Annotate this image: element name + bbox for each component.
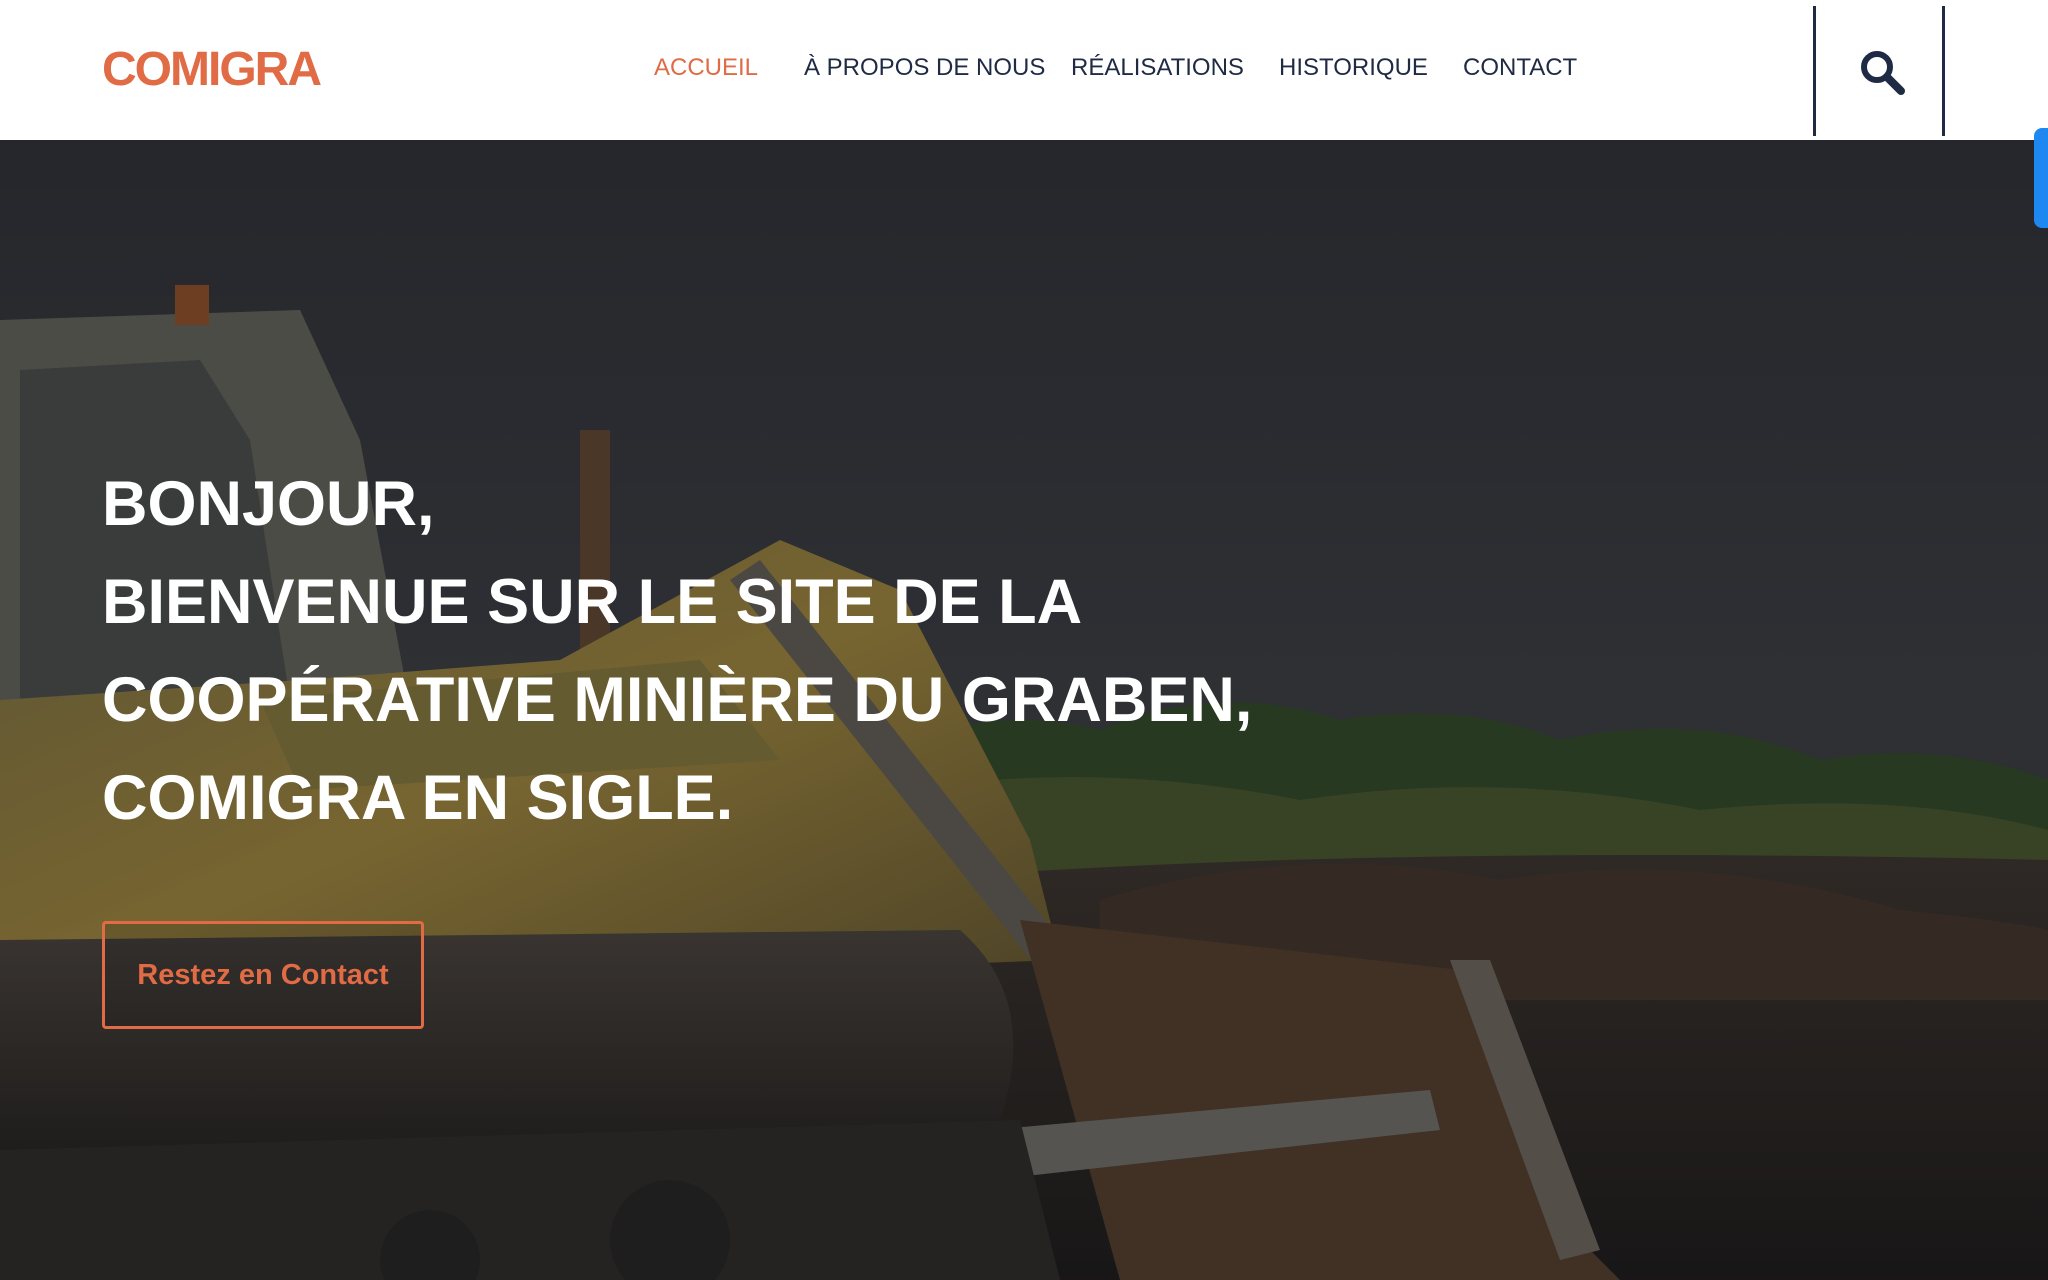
side-scroll-tab[interactable] <box>2034 128 2048 228</box>
hero-line-2: BIENVENUE SUR LE SITE DE LA <box>102 567 1083 637</box>
nav-item-accueil[interactable]: ACCUEIL <box>654 52 758 84</box>
hero-heading: BONJOUR, BIENVENUE SUR LE SITE DE LA COO… <box>102 455 1402 847</box>
search-icon <box>1861 51 1905 95</box>
nav-item-contact[interactable]: CONTACT <box>1463 52 1577 84</box>
nav-item-realisations[interactable]: RÉALISATIONS <box>1071 52 1244 84</box>
nav-item-a-propos[interactable]: À PROPOS DE NOUS <box>804 52 1045 84</box>
hero-line-4: COMIGRA EN SIGLE. <box>102 763 734 833</box>
hero-line-3: COOPÉRATIVE MINIÈRE DU GRABEN, <box>102 665 1253 735</box>
main-nav: ACCUEIL À PROPOS DE NOUS RÉALISATIONS HI… <box>0 0 2048 140</box>
hero-section: BONJOUR, BIENVENUE SUR LE SITE DE LA COO… <box>0 140 2048 1280</box>
nav-item-historique[interactable]: HISTORIQUE <box>1279 52 1428 84</box>
hero-line-1: BONJOUR, <box>102 469 435 539</box>
contact-cta-button[interactable]: Restez en Contact <box>102 921 424 1029</box>
search-button[interactable] <box>1813 6 1945 136</box>
site-header: COMIGRA ACCUEIL À PROPOS DE NOUS RÉALISA… <box>0 0 2048 140</box>
